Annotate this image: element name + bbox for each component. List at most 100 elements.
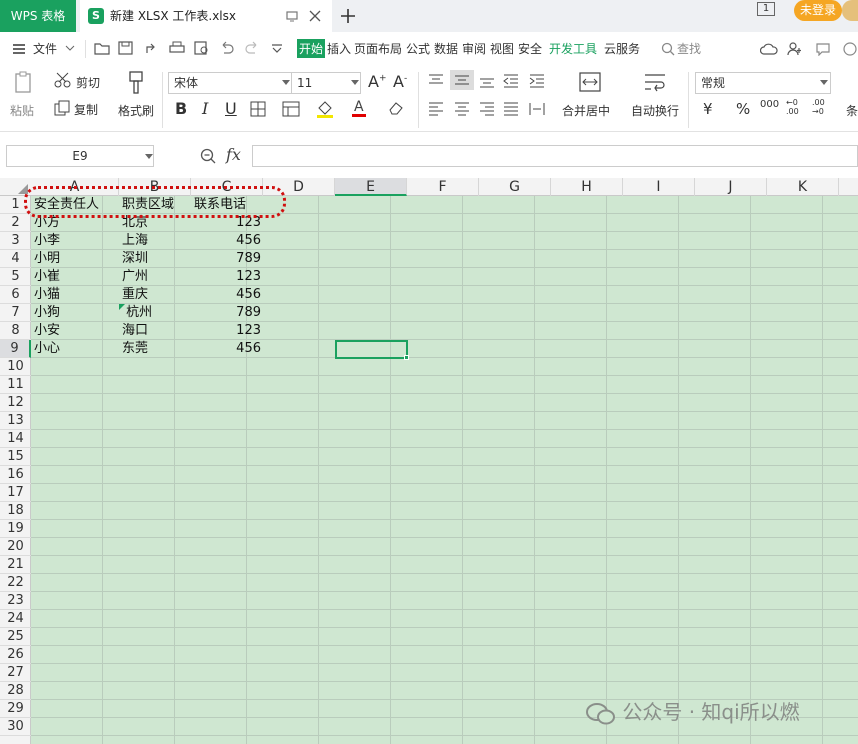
pin-icon[interactable] bbox=[285, 9, 299, 23]
currency-button[interactable]: ¥ bbox=[703, 100, 713, 118]
function-button[interactable]: fx bbox=[226, 145, 241, 164]
undo-icon[interactable] bbox=[219, 41, 235, 55]
col-header-g[interactable]: G bbox=[479, 178, 551, 196]
row-header-active[interactable]: 9 bbox=[0, 340, 31, 358]
active-cell-e9[interactable] bbox=[335, 340, 408, 359]
cell-area[interactable]: 安全责任人 职责区域 联系电话 小方 北京 123 小李 上海 456 小明 深… bbox=[31, 196, 858, 744]
format-painter-icon[interactable] bbox=[127, 71, 145, 95]
row-header[interactable]: 20 bbox=[0, 538, 31, 556]
open-folder-icon[interactable] bbox=[94, 41, 110, 55]
row-header[interactable]: 15 bbox=[0, 448, 31, 466]
row-header[interactable]: 8 bbox=[0, 322, 31, 340]
more-icon[interactable] bbox=[843, 42, 857, 56]
decrease-indent-icon[interactable] bbox=[503, 74, 519, 88]
zoom-icon[interactable] bbox=[200, 148, 216, 164]
tab-cloud-services[interactable]: 云服务 bbox=[604, 40, 640, 57]
distribute-icon[interactable] bbox=[529, 102, 545, 116]
row-header[interactable]: 28 bbox=[0, 682, 31, 700]
cell-b3[interactable]: 上海 bbox=[122, 232, 148, 250]
scissors-icon[interactable] bbox=[54, 72, 72, 88]
cell-c9[interactable]: 456 bbox=[191, 340, 261, 358]
row-header[interactable]: 3 bbox=[0, 232, 31, 250]
formula-input[interactable] bbox=[252, 145, 858, 167]
align-middle-button[interactable] bbox=[450, 70, 474, 90]
cell-b8[interactable]: 海口 bbox=[122, 322, 148, 340]
col-header-h[interactable]: H bbox=[551, 178, 623, 196]
tab-developer[interactable]: 开发工具 bbox=[549, 40, 597, 57]
close-tab-icon[interactable] bbox=[308, 9, 322, 23]
tab-wps-spreadsheet[interactable]: WPS 表格 bbox=[0, 0, 76, 32]
font-name-select[interactable]: 宋体 bbox=[168, 72, 292, 94]
tab-data[interactable]: 数据 bbox=[434, 40, 458, 57]
row-header[interactable]: 18 bbox=[0, 502, 31, 520]
tab-insert[interactable]: 插入 bbox=[327, 40, 351, 57]
copy-button[interactable]: 复制 bbox=[74, 101, 98, 118]
avatar[interactable] bbox=[842, 0, 858, 21]
align-left-icon[interactable] bbox=[428, 102, 444, 116]
align-bottom-icon[interactable] bbox=[479, 74, 495, 88]
merge-center-button[interactable]: 合并居中 bbox=[562, 102, 610, 119]
row-header[interactable]: 7 bbox=[0, 304, 31, 322]
thousands-button[interactable]: 000 bbox=[760, 99, 779, 110]
row-header[interactable]: 10 bbox=[0, 358, 31, 376]
row-header[interactable]: 11 bbox=[0, 376, 31, 394]
row-header[interactable]: 25 bbox=[0, 628, 31, 646]
fill-handle[interactable] bbox=[404, 355, 409, 360]
row-header[interactable]: 2 bbox=[0, 214, 31, 232]
justify-icon[interactable] bbox=[503, 102, 519, 116]
row-header[interactable]: 16 bbox=[0, 466, 31, 484]
row-header[interactable]: 13 bbox=[0, 412, 31, 430]
cell-a4[interactable]: 小明 bbox=[34, 250, 60, 268]
cell-c3[interactable]: 456 bbox=[191, 232, 261, 250]
cell-b6[interactable]: 重庆 bbox=[122, 286, 148, 304]
col-header-j[interactable]: J bbox=[695, 178, 767, 196]
cell-a3[interactable]: 小李 bbox=[34, 232, 60, 250]
cell-c4[interactable]: 789 bbox=[191, 250, 261, 268]
name-box[interactable]: E9 bbox=[6, 145, 154, 167]
font-color-icon[interactable]: A bbox=[351, 98, 367, 118]
format-painter-button[interactable]: 格式刷 bbox=[118, 102, 154, 119]
merge-center-icon[interactable] bbox=[579, 72, 601, 92]
decrease-decimal-icon[interactable]: .00 →0 bbox=[812, 98, 825, 116]
row-header[interactable]: 21 bbox=[0, 556, 31, 574]
percent-button[interactable]: % bbox=[736, 100, 750, 118]
cell-b5[interactable]: 广州 bbox=[122, 268, 148, 286]
paste-label[interactable]: 粘贴 bbox=[10, 102, 34, 119]
customize-dropdown-icon[interactable] bbox=[271, 43, 283, 53]
col-header-f[interactable]: F bbox=[407, 178, 479, 196]
cell-a7[interactable]: 小狗 bbox=[34, 304, 60, 322]
underline-button[interactable]: U bbox=[225, 99, 237, 118]
row-header[interactable]: 27 bbox=[0, 664, 31, 682]
tab-document[interactable]: S 新建 XLSX 工作表.xlsx bbox=[80, 0, 332, 32]
row-header[interactable]: 17 bbox=[0, 484, 31, 502]
row-header[interactable]: 6 bbox=[0, 286, 31, 304]
wrap-text-icon[interactable] bbox=[644, 72, 666, 92]
increase-decimal-icon[interactable]: ←0.00 bbox=[786, 98, 799, 116]
border-icon[interactable] bbox=[250, 101, 266, 117]
cell-a8[interactable]: 小安 bbox=[34, 322, 60, 340]
tab-page-layout[interactable]: 页面布局 bbox=[354, 40, 402, 57]
row-header[interactable]: 26 bbox=[0, 646, 31, 664]
italic-button[interactable]: I bbox=[202, 99, 208, 118]
search-label[interactable]: 查找 bbox=[677, 40, 701, 57]
align-center-icon[interactable] bbox=[454, 102, 470, 116]
decrease-font-icon[interactable]: A- bbox=[393, 72, 407, 91]
save-icon[interactable] bbox=[118, 41, 134, 55]
tab-formulas[interactable]: 公式 bbox=[406, 40, 430, 57]
col-header-i[interactable]: I bbox=[623, 178, 695, 196]
cell-b7[interactable]: 杭州 bbox=[122, 304, 152, 322]
row-header[interactable]: 14 bbox=[0, 430, 31, 448]
cell-c6[interactable]: 456 bbox=[191, 286, 261, 304]
col-header-e[interactable]: E bbox=[335, 178, 407, 196]
copy-icon[interactable] bbox=[54, 100, 70, 116]
cut-button[interactable]: 剪切 bbox=[76, 74, 100, 91]
align-right-icon[interactable] bbox=[479, 102, 495, 116]
bold-button[interactable]: B bbox=[175, 99, 187, 118]
row-header[interactable]: 5 bbox=[0, 268, 31, 286]
cell-c8[interactable]: 123 bbox=[191, 322, 261, 340]
tab-security[interactable]: 安全 bbox=[518, 40, 542, 57]
tab-home[interactable]: 开始 bbox=[297, 39, 326, 58]
row-header[interactable]: 22 bbox=[0, 574, 31, 592]
login-button[interactable]: 未登录 bbox=[794, 0, 842, 21]
print-icon[interactable] bbox=[169, 41, 185, 55]
